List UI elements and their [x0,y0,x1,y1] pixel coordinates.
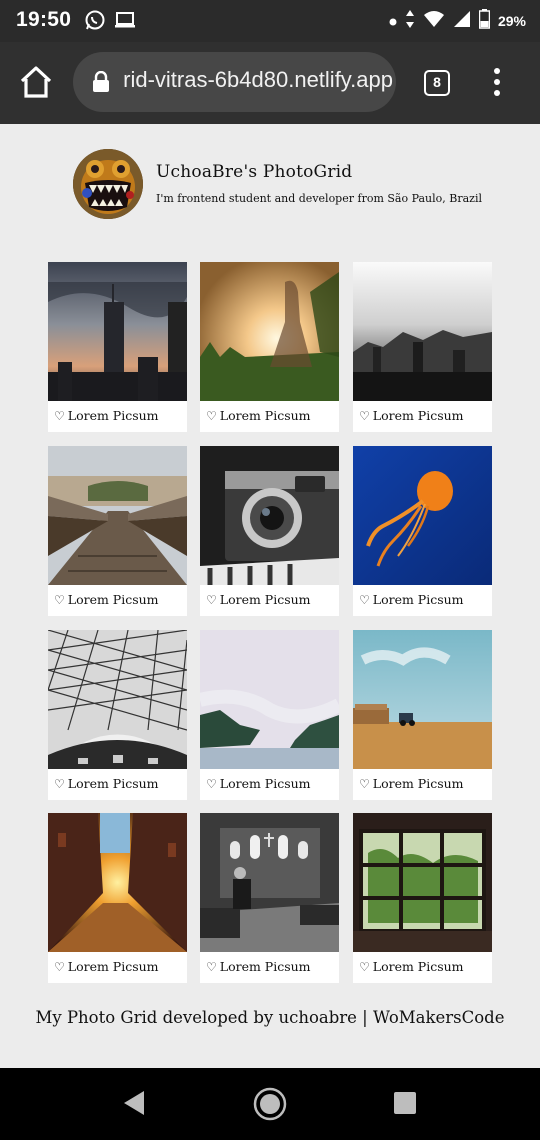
photo-caption: ♡ Lorem Picsum [54,776,159,791]
photo-vintage-camera[interactable] [200,446,339,585]
heart-icon[interactable]: ♡ [54,960,65,974]
photo-caption: ♡ Lorem Picsum [54,592,159,607]
back-triangle-icon [124,1091,144,1115]
system-nav-bar [0,1068,540,1140]
home-icon [20,66,52,98]
photo-caption: ♡ Lorem Picsum [206,959,311,974]
photo-card[interactable]: ♡ Lorem Picsum [353,813,492,983]
photo-caption: ♡ Lorem Picsum [206,776,311,791]
battery-percent: 29% [497,12,526,29]
heart-icon[interactable]: ♡ [359,777,370,791]
status-left-icons [84,9,136,35]
heart-icon[interactable]: ♡ [206,409,217,423]
page-title: UchoaBre's PhotoGrid [156,162,353,182]
photo-foggy-city[interactable] [353,262,492,401]
tab-switcher-button[interactable]: 8 [424,70,450,96]
photo-caption: ♡ Lorem Picsum [359,776,464,791]
profile-header: UchoaBre's PhotoGrid I'm frontend studen… [73,149,503,219]
lock-icon [93,71,109,92]
photo-card[interactable]: ♡ Lorem Picsum [353,446,492,616]
nav-recents-button[interactable] [394,1092,416,1114]
browser-toolbar: uchoabre-photo-grid-vitras-6b4d80.netlif… [0,42,540,124]
photo-caption: ♡ Lorem Picsum [206,408,311,423]
heart-icon[interactable]: ♡ [54,593,65,607]
photo-city-skyline[interactable] [48,262,187,401]
dot-icon [389,13,397,29]
status-right: 29% [389,9,526,32]
status-time: 19:50 [16,8,72,31]
profile-bio: I'm frontend student and developer from … [156,192,482,205]
photo-card[interactable]: ♡ Lorem Picsum [200,446,339,616]
page-content: UchoaBre's PhotoGrid I'm frontend studen… [0,124,540,1068]
footer-text: My Photo Grid developed by uchoabre | Wo… [35,1008,505,1027]
heart-icon[interactable]: ♡ [206,593,217,607]
photo-card[interactable]: ♡ Lorem Picsum [200,630,339,800]
photo-church-interior[interactable] [200,813,339,952]
menu-button[interactable] [491,68,503,98]
url-bar[interactable]: uchoabre-photo-grid-vitras-6b4d80.netlif… [73,52,396,112]
photo-caption: ♡ Lorem Picsum [54,408,159,423]
photo-girl-field[interactable] [200,262,339,401]
photo-caption: ♡ Lorem Picsum [359,408,464,423]
menu-dot-icon [494,68,500,74]
heart-icon[interactable]: ♡ [359,409,370,423]
menu-dot-icon [494,90,500,96]
photo-caption: ♡ Lorem Picsum [54,959,159,974]
status-bar: 19:50 29% [0,0,540,42]
photo-card[interactable]: ♡ Lorem Picsum [48,262,187,432]
heart-icon[interactable]: ♡ [359,960,370,974]
photo-card[interactable]: ♡ Lorem Picsum [200,262,339,432]
photo-card[interactable]: ♡ Lorem Picsum [353,262,492,432]
heart-icon[interactable]: ♡ [54,409,65,423]
data-arrows-icon [405,9,415,32]
photo-caption: ♡ Lorem Picsum [359,592,464,607]
avatar [73,149,143,219]
heart-icon[interactable]: ♡ [206,777,217,791]
photo-caption: ♡ Lorem Picsum [206,592,311,607]
photo-wooden-bridge[interactable] [48,446,187,585]
heart-icon[interactable]: ♡ [359,593,370,607]
photo-caption: ♡ Lorem Picsum [359,959,464,974]
nav-back-button[interactable] [122,1090,146,1120]
photo-glass-dome[interactable] [48,630,187,769]
photo-card[interactable]: ♡ Lorem Picsum [48,813,187,983]
photo-card[interactable]: ♡ Lorem Picsum [48,446,187,616]
photo-golden-alley[interactable] [48,813,187,952]
menu-dot-icon [494,79,500,85]
home-button[interactable] [18,64,54,100]
photo-hay-field[interactable] [353,630,492,769]
photo-jellyfish[interactable] [353,446,492,585]
heart-icon[interactable]: ♡ [54,777,65,791]
photo-card[interactable]: ♡ Lorem Picsum [200,813,339,983]
heart-icon[interactable]: ♡ [206,960,217,974]
nav-home-button[interactable] [253,1087,287,1125]
photo-misty-lake[interactable] [200,630,339,769]
wifi-icon [423,10,445,31]
screen-cast-icon [114,10,136,34]
whatsapp-icon [84,9,106,35]
photo-card[interactable]: ♡ Lorem Picsum [353,630,492,800]
signal-icon [453,10,471,31]
photo-window-trees[interactable] [353,813,492,952]
url-text[interactable]: uchoabre-photo-grid-vitras-6b4d80.netlif… [123,67,393,93]
photo-card[interactable]: ♡ Lorem Picsum [48,630,187,800]
battery-icon [478,9,491,32]
home-circle-icon [253,1087,287,1121]
